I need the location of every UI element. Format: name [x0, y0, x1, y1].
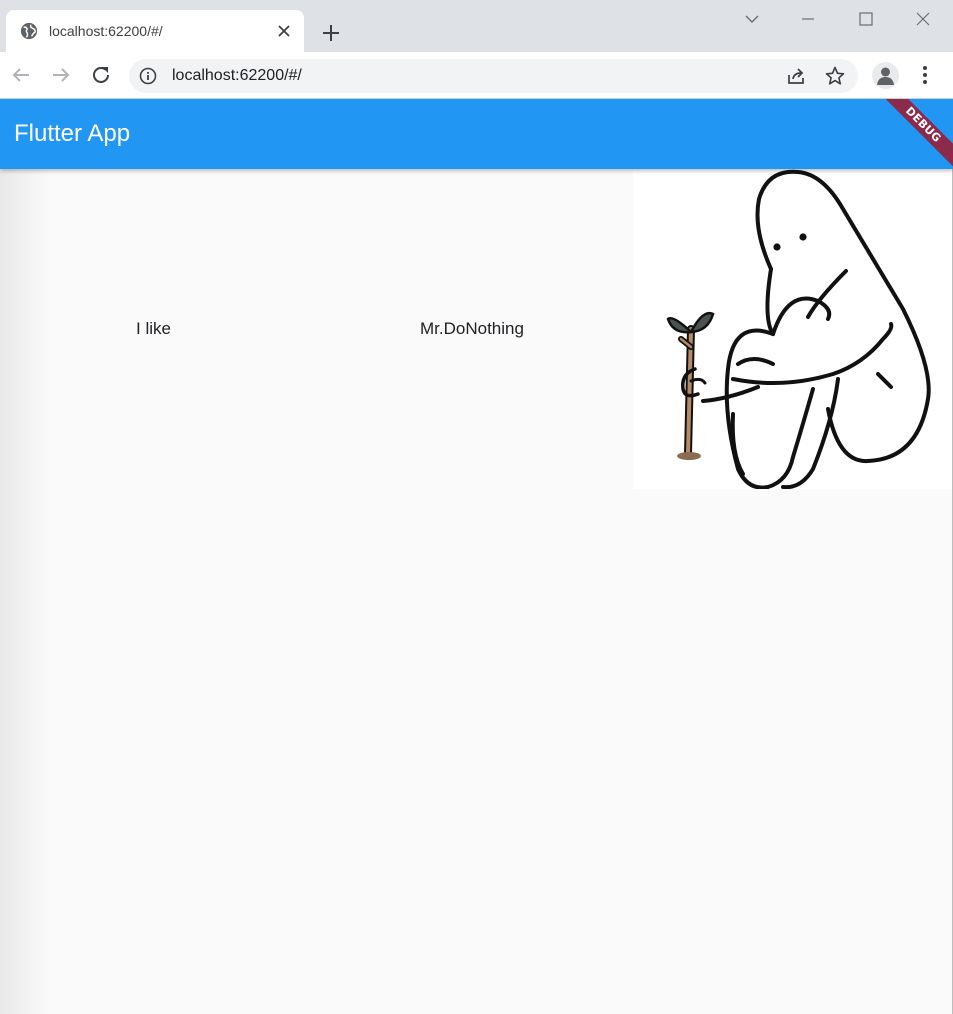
character-image [633, 169, 953, 490]
share-icon[interactable] [785, 65, 807, 87]
profile-avatar[interactable] [872, 62, 899, 89]
tab-search-chevron-icon[interactable] [741, 8, 763, 30]
cartoon-character-illustration [666, 169, 931, 490]
browser-toolbar: localhost:62200/#/ [0, 52, 953, 99]
person-icon [877, 67, 894, 85]
window-close-icon[interactable] [912, 8, 934, 30]
debug-banner-container: DEBUG [853, 99, 953, 199]
new-tab-icon[interactable] [318, 20, 344, 46]
forward-arrow-icon[interactable] [49, 63, 73, 87]
left-edge-shadow [0, 169, 50, 1014]
row-text-second: Mr.DoNothing [420, 319, 524, 338]
back-arrow-icon[interactable] [9, 63, 33, 87]
app-title: Flutter App [14, 120, 131, 147]
site-info-icon[interactable] [139, 67, 157, 85]
browser-tab[interactable]: localhost:62200/#/ [6, 10, 304, 52]
row-text-first: I like [136, 319, 171, 338]
tab-strip: localhost:62200/#/ [0, 0, 953, 52]
close-tab-icon[interactable] [274, 21, 294, 41]
debug-banner: DEBUG [874, 99, 953, 174]
globe-icon [20, 22, 38, 40]
maximize-icon[interactable] [855, 8, 877, 30]
address-bar[interactable]: localhost:62200/#/ [129, 59, 858, 93]
minimize-icon[interactable] [797, 8, 819, 30]
tab-title: localhost:62200/#/ [49, 23, 163, 39]
app-body: I like Mr.DoNothing [0, 169, 953, 1014]
url-text: localhost:62200/#/ [172, 67, 302, 84]
app-bar: Flutter App [0, 99, 953, 169]
bookmark-star-icon[interactable] [824, 65, 846, 87]
more-menu-icon[interactable] [914, 63, 936, 87]
reload-icon[interactable] [89, 63, 113, 87]
